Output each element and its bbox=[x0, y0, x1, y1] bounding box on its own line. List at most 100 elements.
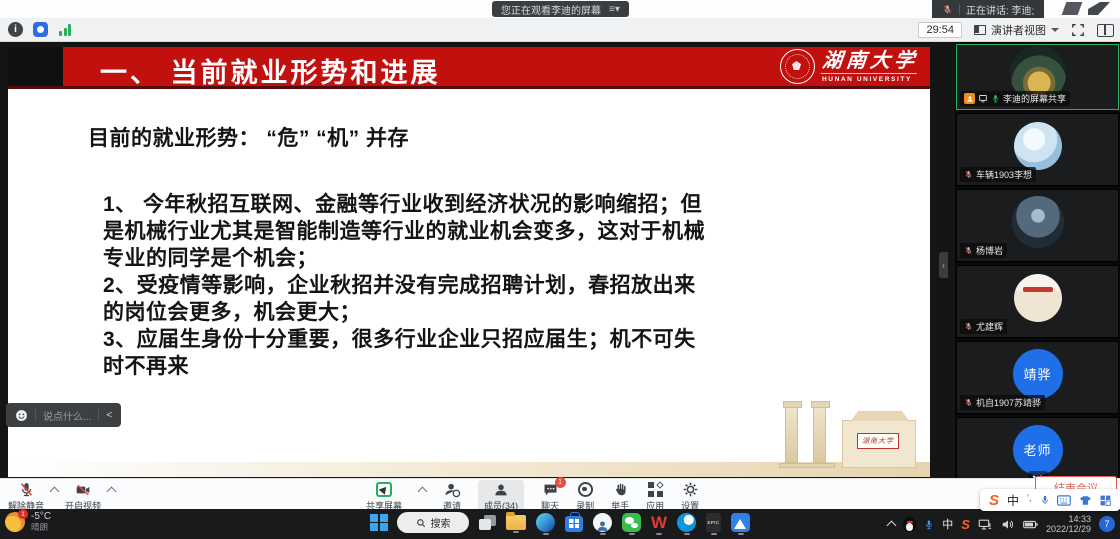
start-button[interactable] bbox=[370, 514, 387, 534]
meeting-info-icon[interactable]: i bbox=[8, 22, 23, 37]
start-video-button[interactable]: 开启视频 bbox=[65, 481, 101, 512]
qq-browser-button[interactable] bbox=[677, 513, 696, 535]
participant-avatar: 靖骅 bbox=[1013, 349, 1063, 399]
weather-desc: 晴朗 bbox=[31, 522, 51, 532]
unmute-button[interactable]: 解除静音 bbox=[8, 481, 44, 512]
muted-mic-icon bbox=[964, 246, 973, 255]
meeting-top-toolbar: i 29:54 演讲者视图 bbox=[0, 18, 1120, 42]
muted-mic-icon bbox=[942, 4, 953, 15]
mic-muted-icon bbox=[18, 481, 35, 498]
participant-name: 车辆1903李想 bbox=[976, 168, 1032, 181]
clock-time: 14:33 bbox=[1068, 514, 1091, 524]
network-icon[interactable] bbox=[978, 518, 993, 531]
sogou-logo-icon[interactable]: S bbox=[989, 493, 999, 508]
chat-collapse-button[interactable]: < bbox=[106, 410, 112, 421]
participant-label: 李迪的屏幕共享 bbox=[960, 91, 1070, 106]
epic-icon: EPIC bbox=[706, 513, 721, 532]
record-button[interactable]: 录制 bbox=[576, 481, 594, 512]
meeting-shield-icon[interactable] bbox=[33, 22, 48, 37]
body-line: 2、受疫情等影响，企业秋招并没有完成招聘计划，春招放出来 bbox=[103, 272, 705, 299]
file-explorer-button[interactable] bbox=[506, 515, 526, 533]
participant-label: 机自1907苏靖骅 bbox=[960, 395, 1045, 410]
microsoft-store-button[interactable] bbox=[565, 513, 583, 535]
chat-quick-bar[interactable]: 说点什么... < bbox=[6, 403, 121, 427]
volume-icon[interactable] bbox=[1001, 518, 1015, 531]
participant-tile[interactable]: 靖骅 机自1907苏靖骅 bbox=[956, 341, 1119, 414]
campus-gate-illustration: 湖南大学 bbox=[773, 381, 918, 471]
slide-header-band: 一、 当前就业形势和进展 湖南大学 HUNAN UNIVERSITY bbox=[63, 47, 930, 86]
divider bbox=[35, 409, 36, 421]
ime-language-toggle[interactable]: 中 bbox=[1007, 492, 1019, 509]
watching-text: 您正在观看李迪的屏幕 bbox=[501, 2, 601, 17]
taskbar-search[interactable]: 搜索 bbox=[397, 512, 469, 536]
sogou-tray-icon[interactable]: S bbox=[961, 517, 970, 532]
raise-hand-button[interactable]: 举手 bbox=[611, 481, 629, 512]
video-options-chevron[interactable] bbox=[107, 487, 117, 497]
participant-name: 尤建辉 bbox=[976, 320, 1003, 333]
ime-toolbar: S 中 ’, bbox=[980, 489, 1120, 511]
mic-on-icon bbox=[991, 94, 1000, 103]
tray-mic-icon[interactable] bbox=[924, 518, 934, 531]
banner-menu-icon[interactable]: ≡▾ bbox=[609, 4, 620, 15]
chat-input-placeholder[interactable]: 说点什么... bbox=[43, 408, 91, 423]
tray-expand-chevron[interactable] bbox=[887, 521, 897, 531]
participant-tile-sharer[interactable]: 李迪的屏幕共享 bbox=[956, 44, 1119, 110]
speaking-text: 正在讲话: 李迪; bbox=[966, 2, 1034, 17]
body-line: 时不再来 bbox=[103, 353, 705, 380]
participant-label: 尤建辉 bbox=[960, 319, 1007, 334]
weather-badge: 1 bbox=[18, 509, 28, 519]
body-line: 3、应届生身份十分重要，很多行业企业只招应届生；机不可失 bbox=[103, 326, 705, 353]
participant-tile[interactable]: 车辆1903李想 bbox=[956, 113, 1119, 186]
participant-tile[interactable]: 尤建辉 bbox=[956, 265, 1119, 338]
participant-avatar bbox=[1012, 196, 1064, 248]
edge-browser-button[interactable] bbox=[536, 513, 555, 535]
share-options-chevron[interactable] bbox=[418, 487, 428, 497]
muted-mic-icon bbox=[964, 170, 973, 179]
ime-voice-icon[interactable] bbox=[1040, 494, 1050, 506]
watching-banner: 您正在观看李迪的屏幕 ≡▾ bbox=[492, 1, 629, 17]
split-view-icon[interactable] bbox=[1097, 24, 1114, 37]
participant-tile[interactable]: 杨博岩 bbox=[956, 189, 1119, 262]
mic-options-chevron[interactable] bbox=[50, 487, 60, 497]
battery-icon[interactable] bbox=[1023, 519, 1038, 530]
slide-body: 1、 今年秋招互联网、金融等行业收到经济状况的影响缩招；但 是机械行业尤其是智能… bbox=[103, 191, 705, 380]
ime-language-indicator[interactable]: 中 bbox=[942, 516, 953, 532]
settings-button[interactable]: 设置 bbox=[681, 481, 699, 512]
slide-header: 一、 当前就业形势和进展 湖南大学 HUNAN UNIVERSITY bbox=[8, 47, 930, 89]
body-line: 是机械行业尤其是智能制造等行业的就业机会变多，这对于机械 bbox=[103, 218, 705, 245]
chat-button[interactable]: 1 聊天 bbox=[541, 481, 559, 512]
notification-badge[interactable]: 7 bbox=[1099, 516, 1115, 532]
meeting-app-button[interactable] bbox=[593, 513, 612, 535]
epic-games-button[interactable]: EPIC bbox=[706, 513, 721, 535]
slide-header-notch bbox=[8, 47, 63, 86]
ime-keyboard-icon[interactable] bbox=[1057, 495, 1071, 506]
wps-button[interactable]: W bbox=[651, 513, 667, 535]
ime-skin-icon[interactable] bbox=[1079, 495, 1092, 506]
invite-icon bbox=[444, 481, 461, 498]
participant-avatar bbox=[1014, 274, 1062, 322]
view-mode-button[interactable]: 演讲者视图 bbox=[974, 22, 1059, 38]
invite-button[interactable]: 邀请 bbox=[443, 481, 461, 512]
windows-taskbar: 1 -5°C 晴朗 搜索 bbox=[0, 509, 1120, 539]
ime-toolbox-icon[interactable] bbox=[1100, 495, 1111, 506]
apps-button[interactable]: 应用 bbox=[646, 481, 664, 512]
task-view-button[interactable] bbox=[479, 515, 496, 533]
participants-sidebar: 李迪的屏幕共享 车辆1903李想 杨博岩 bbox=[955, 42, 1120, 478]
qq-tray-icon[interactable] bbox=[903, 517, 916, 532]
fullscreen-icon[interactable] bbox=[1071, 23, 1085, 37]
system-tray: 中 S 14:33 2022/12/29 7 bbox=[888, 509, 1115, 539]
network-signal-icon bbox=[59, 23, 73, 36]
share-screen-button[interactable]: 共享屏幕 bbox=[366, 481, 402, 512]
meeting-bottom-toolbar: 解除静音 开启视频 共享屏幕 邀请 bbox=[0, 478, 1120, 509]
search-label: 搜索 bbox=[430, 515, 450, 530]
ime-punctuation-toggle[interactable]: ’, bbox=[1027, 493, 1032, 503]
wechat-button[interactable] bbox=[622, 513, 641, 535]
weather-widget[interactable]: 1 -5°C 晴朗 bbox=[5, 512, 51, 532]
divider bbox=[98, 409, 99, 421]
cloud-drive-button[interactable] bbox=[731, 513, 750, 535]
participant-avatar bbox=[1014, 122, 1062, 170]
taskbar-clock[interactable]: 14:33 2022/12/29 bbox=[1046, 514, 1091, 534]
participant-tile[interactable]: 老师 bbox=[956, 417, 1119, 478]
sidebar-collapse-handle[interactable]: › bbox=[939, 252, 948, 278]
emoji-icon[interactable] bbox=[15, 409, 28, 422]
